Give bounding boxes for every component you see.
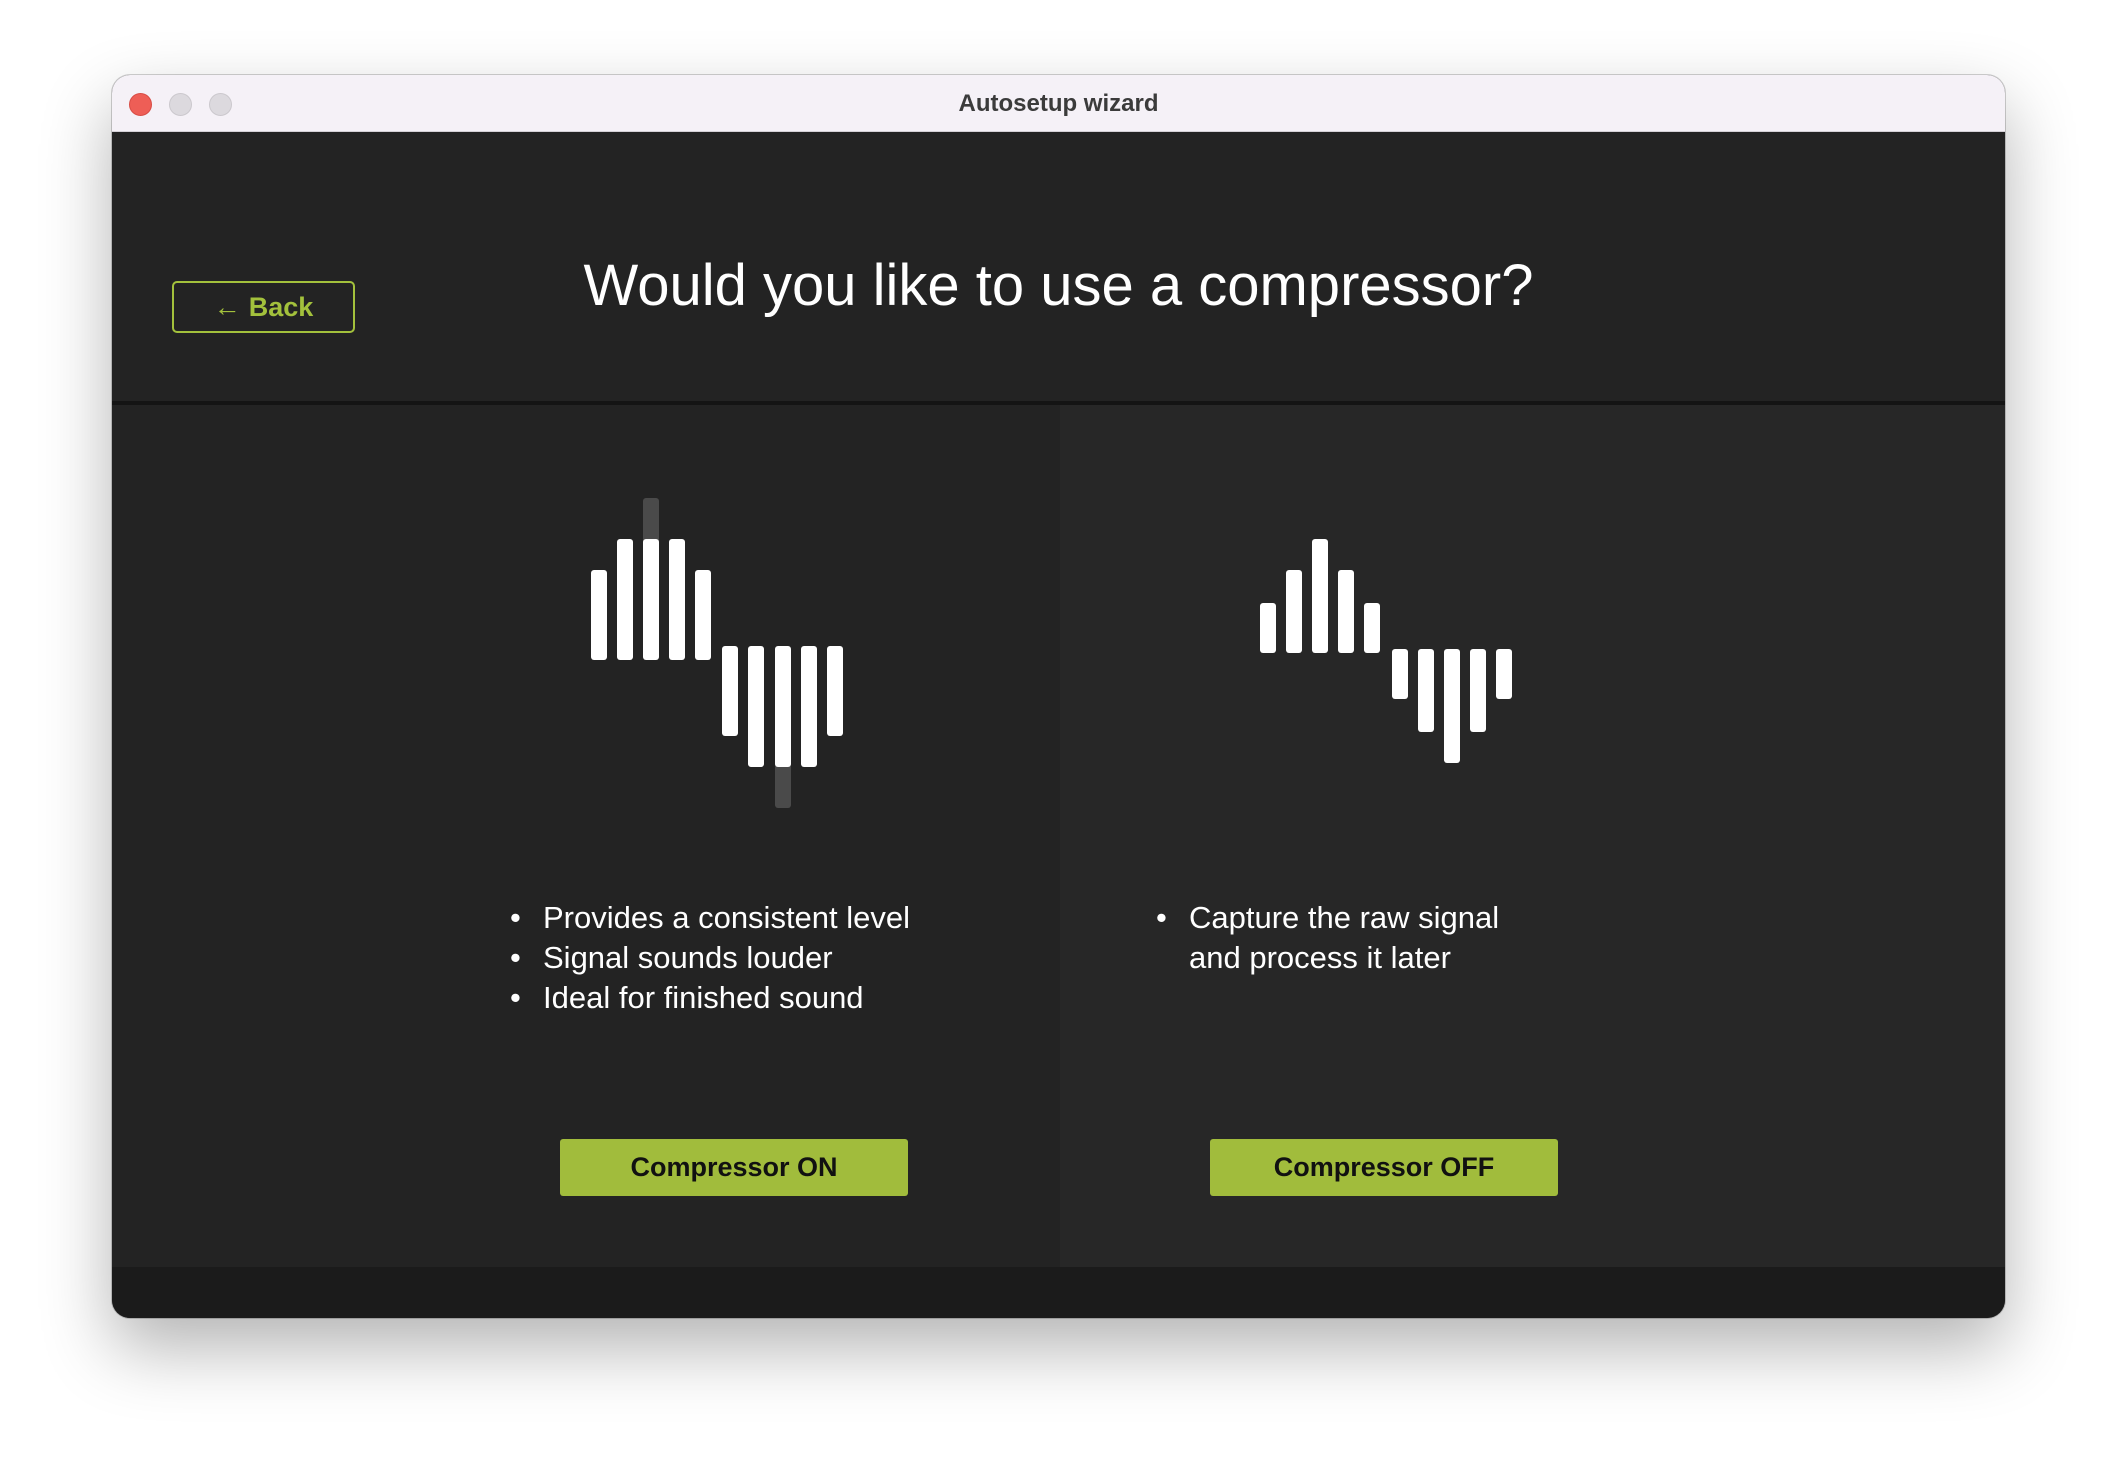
waveform-bar — [1286, 570, 1302, 653]
waveform-bar — [1418, 649, 1434, 732]
window-title: Autosetup wizard — [958, 90, 1159, 117]
header: ← Back Would you like to use a compresso… — [112, 132, 2005, 405]
compressor-off-features: • Capture the raw signal and process it l… — [1156, 898, 1499, 978]
waveform-bar — [617, 539, 633, 660]
compressed-waveform-icon — [591, 498, 843, 808]
waveform-bar — [748, 646, 764, 767]
waveform-bar — [1496, 649, 1512, 699]
waveform-bar — [1392, 649, 1408, 699]
compressor-on-features: • Provides a consistent level • Signal sou… — [510, 898, 910, 1018]
waveform-bar — [591, 570, 607, 660]
page-title: Would you like to use a compressor? — [583, 253, 1534, 318]
waveform-bar — [669, 539, 685, 660]
waveform-bar — [1338, 570, 1354, 653]
waveform-bar — [695, 570, 711, 660]
waveform-bar — [1260, 603, 1276, 653]
feature-item: • Ideal for finished sound — [510, 980, 864, 1015]
waveform-bar — [1312, 539, 1328, 653]
waveform-bar — [1470, 649, 1486, 732]
waveform-bar — [801, 646, 817, 767]
waveform-bar — [1444, 649, 1460, 763]
raw-waveform-icon — [1260, 539, 1512, 763]
feature-item: • Provides a consistent level — [510, 900, 911, 935]
feature-item: • Signal sounds louder — [510, 940, 833, 975]
waveform-bar — [775, 646, 791, 767]
footer-bar — [112, 1267, 2005, 1318]
wizard-window: Autosetup wizard ← Back Would you like t… — [112, 75, 2005, 1318]
compressor-off-panel: • Capture the raw signal and process it l… — [1060, 405, 2005, 1267]
waveform-bar — [1364, 603, 1380, 653]
waveform-bar — [643, 539, 659, 660]
feature-item: • Capture the raw signal and process it l… — [1156, 900, 1500, 975]
compressor-on-button[interactable]: Compressor ON — [560, 1139, 908, 1196]
title-bar: Autosetup wizard — [112, 75, 2005, 132]
compressor-off-button[interactable]: Compressor OFF — [1210, 1139, 1558, 1196]
waveform-bar — [827, 646, 843, 736]
waveform-bar — [722, 646, 738, 736]
compressor-on-panel: • Provides a consistent level • Signal sou… — [112, 405, 1060, 1267]
